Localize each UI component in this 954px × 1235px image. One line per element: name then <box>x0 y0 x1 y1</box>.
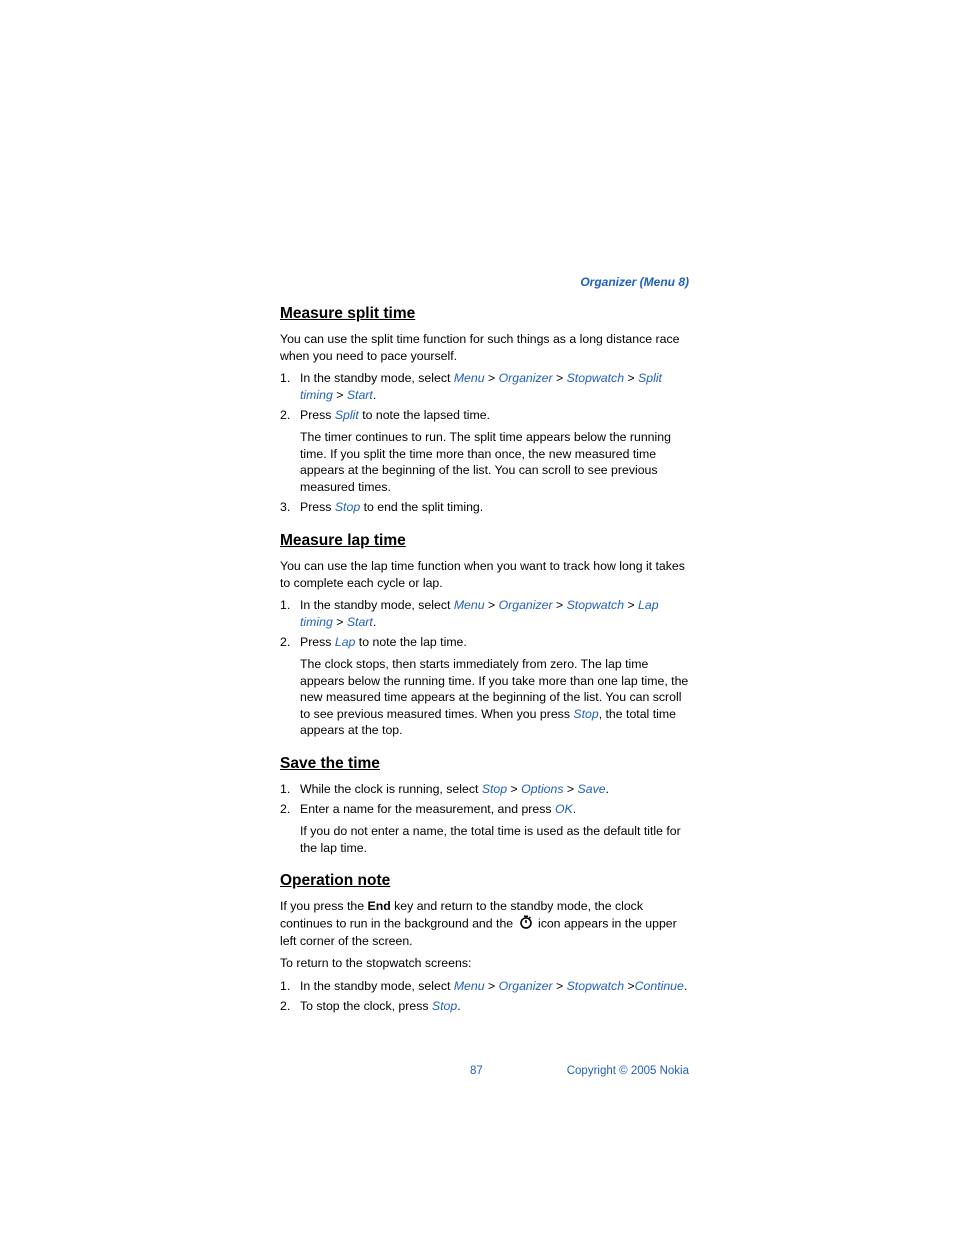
split-step-3: Press Stop to end the split timing. <box>280 499 689 516</box>
options-link[interactable]: Options <box>521 782 563 796</box>
split-steps: In the standby mode, select Menu > Organ… <box>280 370 689 516</box>
split-intro: You can use the split time function for … <box>280 331 689 364</box>
text: Press <box>300 408 335 422</box>
save-steps: While the clock is running, select Stop … <box>280 781 689 856</box>
menu-link[interactable]: Menu <box>454 979 485 993</box>
continue-link[interactable]: Continue <box>635 979 684 993</box>
ok-link[interactable]: OK <box>555 802 573 816</box>
text: to note the lap time. <box>355 635 466 649</box>
stopwatch-link[interactable]: Stopwatch <box>567 979 624 993</box>
text: . <box>573 802 576 816</box>
lap-step-2-note: The clock stops, then starts immediately… <box>300 656 689 739</box>
heading-save-the-time: Save the time <box>280 755 689 773</box>
text: If you press the <box>280 899 368 913</box>
text: To stop the clock, press <box>300 999 432 1013</box>
sep: > <box>485 598 499 612</box>
stop-link[interactable]: Stop <box>432 999 457 1013</box>
text: Press <box>300 500 335 514</box>
text: While the clock is running, select <box>300 782 482 796</box>
text: In the standby mode, select <box>300 598 454 612</box>
document-page: Organizer (Menu 8) Measure split time Yo… <box>0 0 954 1137</box>
text: . <box>684 979 687 993</box>
save-step-2: Enter a name for the measurement, and pr… <box>280 801 689 856</box>
stopwatch-link[interactable]: Stopwatch <box>567 371 624 385</box>
split-step-2-note: The timer continues to run. The split ti… <box>300 429 689 495</box>
menu-link[interactable]: Menu <box>454 598 485 612</box>
start-link[interactable]: Start <box>347 388 373 402</box>
opnote-steps: In the standby mode, select Menu > Organ… <box>280 978 689 1015</box>
sep: > <box>624 371 638 385</box>
sep: > <box>564 782 578 796</box>
start-link[interactable]: Start <box>347 615 373 629</box>
text: . <box>457 999 460 1013</box>
end-key: End <box>368 899 391 913</box>
header-breadcrumb: Organizer (Menu 8) <box>280 275 689 289</box>
stop-link[interactable]: Stop <box>573 707 598 721</box>
organizer-link[interactable]: Organizer <box>499 371 553 385</box>
text: Press <box>300 635 335 649</box>
text: to end the split timing. <box>360 500 483 514</box>
sep: > <box>553 598 567 612</box>
sep: > <box>485 371 499 385</box>
menu-link[interactable]: Menu <box>454 371 485 385</box>
sep: > <box>553 979 567 993</box>
copyright: Copyright © 2005 Nokia <box>567 1065 689 1077</box>
save-step-2-note: If you do not enter a name, the total ti… <box>300 823 689 856</box>
page-footer: 87 Copyright © 2005 Nokia <box>280 1065 689 1077</box>
organizer-link[interactable]: Organizer <box>499 598 553 612</box>
organizer-link[interactable]: Organizer <box>499 979 553 993</box>
text: . <box>373 615 376 629</box>
stop-link[interactable]: Stop <box>482 782 507 796</box>
stopwatch-icon <box>519 915 533 934</box>
lap-step-1: In the standby mode, select Menu > Organ… <box>280 597 689 630</box>
heading-measure-split-time: Measure split time <box>280 305 689 323</box>
opnote-step-1: In the standby mode, select Menu > Organ… <box>280 978 689 995</box>
sep: > <box>333 615 347 629</box>
opnote-p1: If you press the End key and return to t… <box>280 898 689 950</box>
sep: > <box>624 979 635 993</box>
lap-link[interactable]: Lap <box>335 635 356 649</box>
stopwatch-link[interactable]: Stopwatch <box>567 598 624 612</box>
save-step-1: While the clock is running, select Stop … <box>280 781 689 798</box>
text: . <box>606 782 609 796</box>
lap-intro: You can use the lap time function when y… <box>280 558 689 591</box>
text: In the standby mode, select <box>300 979 454 993</box>
sep: > <box>485 979 499 993</box>
lap-step-2: Press Lap to note the lap time. The cloc… <box>280 634 689 739</box>
split-step-2: Press Split to note the lapsed time. The… <box>280 407 689 495</box>
text: Enter a name for the measurement, and pr… <box>300 802 555 816</box>
split-link[interactable]: Split <box>335 408 359 422</box>
text: to note the lapsed time. <box>359 408 490 422</box>
text: In the standby mode, select <box>300 371 454 385</box>
sep: > <box>553 371 567 385</box>
opnote-step-2: To stop the clock, press Stop. <box>280 998 689 1015</box>
sep: > <box>333 388 347 402</box>
lap-steps: In the standby mode, select Menu > Organ… <box>280 597 689 739</box>
split-step-1: In the standby mode, select Menu > Organ… <box>280 370 689 403</box>
sep: > <box>507 782 521 796</box>
sep: > <box>624 598 638 612</box>
text: . <box>373 388 376 402</box>
save-link[interactable]: Save <box>578 782 606 796</box>
heading-operation-note: Operation note <box>280 872 689 890</box>
page-number: 87 <box>470 1065 483 1077</box>
stop-link[interactable]: Stop <box>335 500 360 514</box>
opnote-p2: To return to the stopwatch screens: <box>280 955 689 972</box>
heading-measure-lap-time: Measure lap time <box>280 532 689 550</box>
